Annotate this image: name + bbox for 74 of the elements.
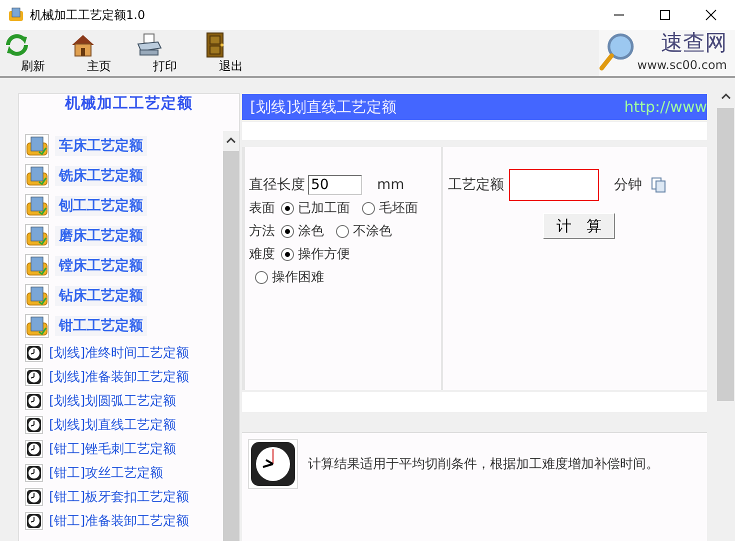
- radio-button[interactable]: [362, 202, 375, 215]
- calculator-icon: [25, 134, 49, 158]
- sidebar-link[interactable]: 车床工艺定额: [55, 136, 147, 156]
- radio-button[interactable]: [281, 225, 294, 238]
- calculator-icon: [25, 194, 49, 218]
- sidebar-link[interactable]: [划线]准备装卸工艺定额: [49, 368, 190, 386]
- vertical-scrollbar[interactable]: [223, 131, 239, 541]
- toolbar-button[interactable]: 打印: [136, 30, 202, 75]
- clock-icon: [248, 439, 298, 489]
- clock-icon: [25, 344, 43, 362]
- sidebar-link[interactable]: 磨床工艺定额: [55, 226, 147, 246]
- radio-label: 操作困难: [272, 269, 324, 287]
- copy-icon[interactable]: [651, 177, 667, 193]
- sidebar-link[interactable]: [钳工]准备装卸工艺定额: [49, 512, 190, 530]
- radio-button[interactable]: [281, 202, 294, 215]
- calculator-icon: [25, 254, 49, 278]
- length-input[interactable]: 50: [308, 175, 362, 195]
- house-icon: [70, 32, 96, 58]
- radio-button[interactable]: [255, 271, 268, 284]
- radio-label: 操作方便: [298, 246, 350, 264]
- toolbar-button[interactable]: 主页: [70, 30, 136, 75]
- clock-icon: [25, 440, 43, 458]
- result-label: 工艺定额: [448, 176, 504, 194]
- calculator-icon: [25, 284, 49, 308]
- toolbar-button[interactable]: 刷新: [4, 30, 70, 75]
- sidebar-link[interactable]: [钳工]攻丝工艺定额: [49, 464, 164, 482]
- radio-label: 已加工面: [298, 200, 350, 218]
- scroll-thumb[interactable]: [717, 108, 734, 401]
- clock-icon: [25, 464, 43, 482]
- sidebar-link[interactable]: [划线]准终时间工艺定额: [49, 344, 190, 362]
- sidebar-link[interactable]: [钳工]锉毛刺工艺定额: [49, 440, 176, 458]
- sidebar-link[interactable]: [划线]划圆弧工艺定额: [49, 392, 176, 410]
- header-bar: [划线]划直线工艺定额 http://www: [242, 94, 707, 120]
- calculator-icon: [25, 164, 49, 188]
- app-icon: [8, 7, 24, 23]
- toolbar-button[interactable]: 退出: [202, 30, 268, 75]
- radio-button[interactable]: [281, 248, 294, 261]
- radio-label: 不涂色: [353, 223, 392, 241]
- sidebar-link[interactable]: 铣床工艺定额: [55, 166, 147, 186]
- sidebar-link[interactable]: 钻床工艺定额: [55, 286, 147, 306]
- window-title: 机械加工工艺定额1.0: [30, 6, 146, 24]
- minutes-label: 分钟: [614, 176, 642, 194]
- clock-icon: [25, 392, 43, 410]
- result-field[interactable]: [509, 169, 599, 201]
- clock-icon: [25, 512, 43, 530]
- close-icon[interactable]: [705, 9, 717, 21]
- scroll-up-icon[interactable]: [721, 93, 731, 100]
- radio-button[interactable]: [336, 225, 349, 238]
- note-text: 计算结果适用于平均切削条件，根据加工难度增加补偿时间。: [308, 456, 659, 473]
- clock-icon: [25, 488, 43, 506]
- option-label: 难度: [249, 246, 275, 264]
- calculator-icon: [25, 314, 49, 338]
- option-label: 方法: [249, 223, 275, 241]
- maximize-icon[interactable]: [659, 9, 671, 21]
- radio-label: 涂色: [298, 223, 324, 241]
- sidebar-link[interactable]: 刨工工艺定额: [55, 196, 147, 216]
- sidebar-link[interactable]: 钳工工艺定额: [55, 316, 147, 336]
- option-label: 表面: [249, 200, 275, 218]
- radio-label: 毛坯面: [379, 200, 418, 218]
- sidebar-title: 机械加工工艺定额: [64, 94, 194, 114]
- header-link[interactable]: http://www: [624, 98, 707, 116]
- site-logo: 速查网 www.sc00.com: [599, 30, 735, 76]
- refresh-icon: [4, 32, 30, 58]
- calculator-icon: [25, 224, 49, 248]
- length-label: 直径长度: [249, 176, 305, 194]
- clock-icon: [25, 416, 43, 434]
- scroll-up-icon[interactable]: [226, 137, 236, 144]
- sidebar-link[interactable]: [划线]划直线工艺定额: [49, 416, 176, 434]
- sidebar-link[interactable]: 镗床工艺定额: [55, 256, 147, 276]
- sidebar-link[interactable]: [钳工]板牙套扣工艺定额: [49, 488, 190, 506]
- clock-icon: [25, 368, 43, 386]
- unit-label: mm: [377, 177, 404, 193]
- calculate-button[interactable]: 计 算: [543, 213, 615, 239]
- printer-icon: [136, 32, 162, 58]
